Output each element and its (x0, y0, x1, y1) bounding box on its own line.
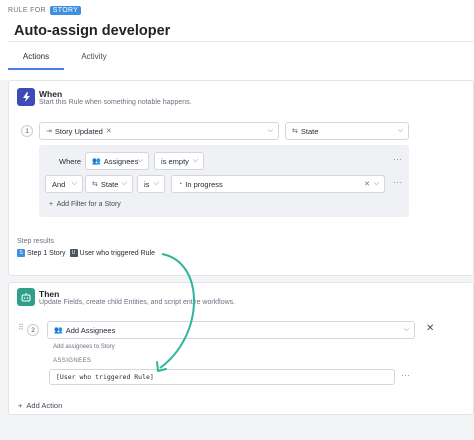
filter-row-menu-icon-2[interactable]: ··· (393, 178, 403, 187)
user-icon: U (69, 249, 78, 257)
rule-for-text: RULE FOR (8, 7, 46, 14)
tab-actions[interactable]: Actions (8, 46, 64, 70)
tab-activity[interactable]: Activity (66, 46, 122, 70)
filter-value: In progress (185, 179, 223, 189)
trigger-icon: ⇥ (46, 128, 52, 135)
users-icon: 👥 (54, 327, 63, 334)
chevron-down-icon: ⌵ (71, 180, 77, 187)
progress-icon: ◔ (178, 180, 183, 188)
filter-operator-select[interactable]: is empty ⌵ (154, 152, 204, 170)
when-title: When (39, 89, 63, 99)
step-results-chips: S Step 1 Story U User who triggered Rule (17, 249, 155, 257)
action-description: Add assignees to Story (53, 344, 115, 350)
trigger-value: Story Updated (54, 126, 103, 136)
lightning-icon (17, 88, 35, 106)
trigger-select[interactable]: ⇥ Story Updated ✕ ⌵ (39, 122, 279, 140)
filter-operator-value-2: is (144, 179, 150, 189)
chip-label: Step 1 Story (27, 249, 66, 257)
add-action-button[interactable]: + Add Action (18, 401, 62, 410)
when-description: Start this Rule when something notable h… (39, 99, 192, 106)
state-icon: ⇆ (92, 181, 98, 188)
chip-label: User who triggered Rule (79, 249, 156, 257)
chevron-down-icon: ⌵ (137, 157, 143, 164)
chevron-down-icon: ⌵ (267, 127, 273, 134)
title-divider (8, 41, 474, 42)
add-filter-button[interactable]: + Add Filter for a Story (49, 201, 121, 208)
add-action-label: Add Action (26, 401, 63, 410)
filter-row-menu-icon[interactable]: ··· (393, 155, 403, 164)
chevron-down-icon: ⌵ (192, 157, 198, 164)
then-title: Then (39, 289, 60, 299)
filter-where-label: Where (59, 157, 82, 166)
action-select[interactable]: 👥 Add Assignees ⌵ (47, 321, 415, 339)
plus-icon: + (49, 201, 54, 208)
then-section: Then Update Fields, create child Entitie… (8, 282, 474, 415)
filter-field-value: Assignees (103, 156, 139, 166)
step-result-chip-user[interactable]: U User who triggered Rule (69, 249, 156, 257)
filter-operator-select-2[interactable]: is ⌵ (137, 175, 165, 193)
filter-operator-value: is empty (161, 156, 189, 166)
robot-icon (17, 288, 35, 306)
action-value: Add Assignees (65, 325, 116, 335)
rule-for-label: RULE FOR STORY (8, 6, 82, 15)
filter-field-select[interactable]: 👥 Assignees ⌵ (85, 152, 149, 170)
tab-bar: Actions Activity (8, 46, 122, 70)
chevron-down-icon: ⌵ (153, 180, 159, 187)
step-results-label: Step results (17, 238, 54, 245)
filter-group: Where 👥 Assignees ⌵ is empty ⌵ ··· And ⌵… (39, 145, 409, 217)
filter-value-select[interactable]: ◔ In progress ✕ ⌵ (171, 175, 385, 193)
story-icon: S (17, 249, 25, 257)
assignees-field-label: ASSIGNEES (53, 358, 92, 364)
users-icon: 👥 (92, 158, 101, 165)
chevron-down-icon: ⌵ (121, 180, 127, 187)
add-filter-label: Add Filter for a Story (56, 201, 121, 208)
filter-field-select-2[interactable]: ⇆ State ⌵ (85, 175, 133, 193)
field-menu-icon[interactable]: ··· (401, 371, 411, 380)
remove-action-icon[interactable]: ✕ (426, 323, 434, 334)
clear-value-icon[interactable]: ✕ (364, 180, 370, 188)
plus-icon: + (18, 401, 23, 410)
chevron-down-icon: ⌵ (373, 180, 379, 187)
clear-trigger-icon[interactable]: ✕ (106, 127, 112, 135)
filter-conjunction-value: And (52, 179, 66, 189)
filter-field-value-2: State (100, 179, 119, 189)
step-result-chip-story[interactable]: S Step 1 Story (17, 249, 66, 257)
chevron-down-icon: ⌵ (403, 326, 409, 333)
state-icon: ⇆ (292, 128, 298, 135)
filter-conjunction-select[interactable]: And ⌵ (45, 175, 83, 193)
step-number: 1 (21, 125, 33, 137)
assignees-field-input[interactable]: [User who triggered Rule] (49, 369, 395, 385)
trigger-field-value: State (300, 126, 319, 136)
rule-header: RULE FOR STORY Auto-assign developer Act… (0, 0, 474, 80)
rule-title[interactable]: Auto-assign developer (14, 23, 170, 39)
step-number-2: 2 (27, 324, 39, 336)
chevron-down-icon: ⌵ (397, 127, 403, 134)
drag-handle-icon[interactable]: ⠿ (18, 323, 24, 332)
story-type-badge: STORY (49, 6, 82, 15)
trigger-field-select[interactable]: ⇆ State ⌵ (285, 122, 409, 140)
when-section: When Start this Rule when something nota… (8, 80, 474, 276)
then-description: Update Fields, create child Entities, an… (39, 299, 236, 306)
